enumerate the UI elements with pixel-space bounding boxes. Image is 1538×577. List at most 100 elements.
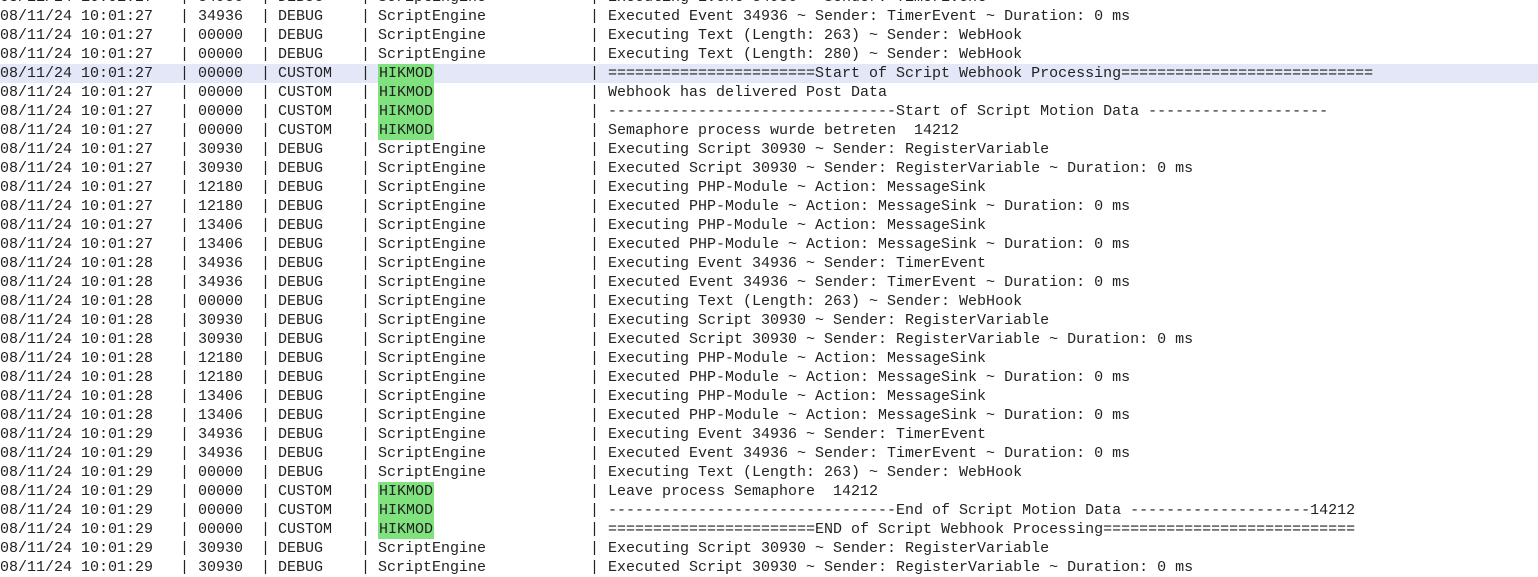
log-id: 00000 xyxy=(198,483,244,500)
log-row[interactable]: 08/11/24 10:01:27 | 00000 | DEBUG | ScriptEngi… xyxy=(0,45,1538,64)
log-timestamp: 08/11/24 10:01:28 xyxy=(0,388,154,405)
log-row[interactable]: 08/11/24 10:01:27 | 12180 | DEBUG | ScriptEngi… xyxy=(0,197,1538,216)
log-sender: ScriptEngine xyxy=(378,559,487,576)
log-type: DEBUG xyxy=(278,445,324,462)
log-id: 00000 xyxy=(198,502,244,519)
log-message: Executed PHP-Module ~ Action: MessageSin… xyxy=(608,236,1131,253)
log-row[interactable]: 08/11/24 10:01:29 | 00000 | DEBUG | ScriptEngi… xyxy=(0,463,1538,482)
column-separator: | xyxy=(180,160,190,177)
log-row[interactable]: 08/11/24 10:01:29 | 00000 | CUSTOM | HIKMOD | --… xyxy=(0,501,1538,520)
log-timestamp: 08/11/24 10:01:29 xyxy=(0,426,154,443)
log-timestamp: 08/11/24 10:01:28 xyxy=(0,312,154,329)
column-separator: | xyxy=(361,540,371,557)
column-separator: | xyxy=(361,483,371,500)
log-timestamp: 08/11/24 10:01:27 xyxy=(0,122,154,139)
log-row[interactable]: 08/11/24 10:01:29 | 34936 | DEBUG | ScriptEngi… xyxy=(0,425,1538,444)
log-message: Executing Text (Length: 263) ~ Sender: W… xyxy=(608,293,1023,310)
log-message: Executing Text (Length: 280) ~ Sender: W… xyxy=(608,46,1023,63)
log-row[interactable]: 08/11/24 10:01:27 | 13406 | DEBUG | ScriptEngi… xyxy=(0,216,1538,235)
column-separator: | xyxy=(361,388,371,405)
log-type: DEBUG xyxy=(278,331,324,348)
log-message: =======================END of Script Web… xyxy=(608,521,1356,538)
log-timestamp: 08/11/24 10:01:28 xyxy=(0,331,154,348)
log-row[interactable]: 08/11/24 10:01:27 | 12180 | DEBUG | ScriptEngi… xyxy=(0,178,1538,197)
column-separator: | xyxy=(590,559,600,576)
log-type: DEBUG xyxy=(278,141,324,158)
log-row[interactable]: 08/11/24 10:01:27 | 00000 | CUSTOM | HIKMOD | --… xyxy=(0,102,1538,121)
column-separator: | xyxy=(180,0,189,7)
log-message: Executing Script 30930 ~ Sender: Registe… xyxy=(608,540,1050,557)
log-message: Executing Event 34936 ~ Sender: TimerEve… xyxy=(608,0,986,7)
column-separator: | xyxy=(361,559,371,576)
log-row[interactable]: 08/11/24 10:01:28 | 13406 | DEBUG | ScriptEngi… xyxy=(0,387,1538,406)
column-separator: | xyxy=(180,217,190,234)
log-timestamp: 08/11/24 10:01:28 xyxy=(0,255,154,272)
log-row[interactable]: 08/11/24 10:01:28 | 13406 | DEBUG | ScriptEngi… xyxy=(0,406,1538,425)
log-timestamp: 08/11/24 10:01:29 xyxy=(0,502,154,519)
log-message: --------------------------------Start of… xyxy=(608,103,1329,120)
log-type: DEBUG xyxy=(278,350,324,367)
log-id: 00000 xyxy=(198,27,244,44)
column-separator: | xyxy=(590,502,600,519)
log-id: 34936 xyxy=(198,255,244,272)
column-separator: | xyxy=(261,217,271,234)
log-row[interactable]: 08/11/24 10:01:28 | 34936 | DEBUG | ScriptEngi… xyxy=(0,273,1538,292)
column-separator: | xyxy=(361,521,371,538)
column-separator: | xyxy=(361,8,371,25)
column-separator: | xyxy=(590,27,600,44)
log-id: 13406 xyxy=(198,217,244,234)
log-message: Executed PHP-Module ~ Action: MessageSin… xyxy=(608,369,1131,386)
column-separator: | xyxy=(261,540,271,557)
log-row[interactable]: 08/11/24 10:01:29 | 00000 | CUSTOM | HIKMOD | Le… xyxy=(0,482,1538,501)
log-id: 30930 xyxy=(198,160,244,177)
column-separator: | xyxy=(590,540,600,557)
log-row[interactable]: 08/11/24 10:01:27 | 30930 | DEBUG | ScriptEngi… xyxy=(0,140,1538,159)
column-separator: | xyxy=(361,198,371,215)
log-row[interactable]: 08/11/24 10:01:29 | 00000 | CUSTOM | HIKMOD | ==… xyxy=(0,520,1538,539)
column-separator: | xyxy=(590,179,600,196)
log-row[interactable]: 08/11/24 10:01:28 | 12180 | DEBUG | ScriptEngi… xyxy=(0,368,1538,387)
log-row[interactable]: 08/11/24 10:01:28 | 12180 | DEBUG | ScriptEngi… xyxy=(0,349,1538,368)
log-type: DEBUG xyxy=(278,388,324,405)
log-row[interactable]: 08/11/24 10:01:28 | 00000 | DEBUG | ScriptEngi… xyxy=(0,292,1538,311)
log-sender: HIKMOD xyxy=(378,482,435,501)
log-type: CUSTOM xyxy=(278,122,333,139)
column-separator: | xyxy=(180,274,190,291)
log-row[interactable]: 08/11/24 10:01:28 | 34936 | DEBUG | ScriptEngi… xyxy=(0,254,1538,273)
log-message: Executed Script 30930 ~ Sender: Register… xyxy=(608,559,1194,576)
log-id: 00000 xyxy=(198,46,244,63)
log-type: DEBUG xyxy=(278,274,324,291)
column-separator: | xyxy=(361,141,371,158)
log-row[interactable]: 08/11/24 10:01:27 | 34936 | DEBUG | ScriptEngi… xyxy=(0,0,1538,7)
log-row[interactable]: 08/11/24 10:01:27 | 13406 | DEBUG | ScriptEngi… xyxy=(0,235,1538,254)
column-separator: | xyxy=(361,27,371,44)
log-message: Executed Event 34936 ~ Sender: TimerEven… xyxy=(608,274,1131,291)
log-sender: ScriptEngine xyxy=(378,350,487,367)
log-row[interactable]: 08/11/24 10:01:27 | 00000 | CUSTOM | HIKMOD | We… xyxy=(0,83,1538,102)
log-row[interactable]: 08/11/24 10:01:27 | 00000 | CUSTOM | HIKMOD | Se… xyxy=(0,121,1538,140)
log-row[interactable]: 08/11/24 10:01:27 | 34936 | DEBUG | ScriptEngi… xyxy=(0,7,1538,26)
column-separator: | xyxy=(180,46,190,63)
column-separator: | xyxy=(590,312,600,329)
log-message: Executed Event 34936 ~ Sender: TimerEven… xyxy=(608,8,1131,25)
log-message: Leave process Semaphore 14212 xyxy=(608,483,879,500)
log-id: 00000 xyxy=(198,65,244,82)
column-separator: | xyxy=(590,217,600,234)
log-row[interactable]: 08/11/24 10:01:28 | 30930 | DEBUG | ScriptEngi… xyxy=(0,311,1538,330)
log-type: DEBUG xyxy=(278,369,324,386)
log-viewer[interactable]: 08/11/24 10:01:27 | 34936 | DEBUG | ScriptEngi… xyxy=(0,0,1538,577)
log-timestamp: 08/11/24 10:01:27 xyxy=(0,27,154,44)
log-row[interactable]: 08/11/24 10:01:29 | 34936 | DEBUG | ScriptEngi… xyxy=(0,444,1538,463)
column-separator: | xyxy=(261,521,271,538)
log-row[interactable]: 08/11/24 10:01:28 | 30930 | DEBUG | ScriptEngi… xyxy=(0,330,1538,349)
log-row[interactable]: 08/11/24 10:01:29 | 30930 | DEBUG | ScriptEngi… xyxy=(0,558,1538,577)
log-message: Executing Event 34936 ~ Sender: TimerEve… xyxy=(608,426,987,443)
log-row[interactable]: 08/11/24 10:01:27 | 30930 | DEBUG | ScriptEngi… xyxy=(0,159,1538,178)
column-separator: | xyxy=(361,160,371,177)
log-row[interactable]: 08/11/24 10:01:29 | 30930 | DEBUG | ScriptEngi… xyxy=(0,539,1538,558)
log-row[interactable]: 08/11/24 10:01:27 | 00000 | CUSTOM | HIKMOD | ==… xyxy=(0,64,1538,83)
column-separator: | xyxy=(261,0,270,7)
log-sender: ScriptEngine xyxy=(378,331,487,348)
log-timestamp: 08/11/24 10:01:29 xyxy=(0,483,154,500)
log-row[interactable]: 08/11/24 10:01:27 | 00000 | DEBUG | ScriptEngi… xyxy=(0,26,1538,45)
